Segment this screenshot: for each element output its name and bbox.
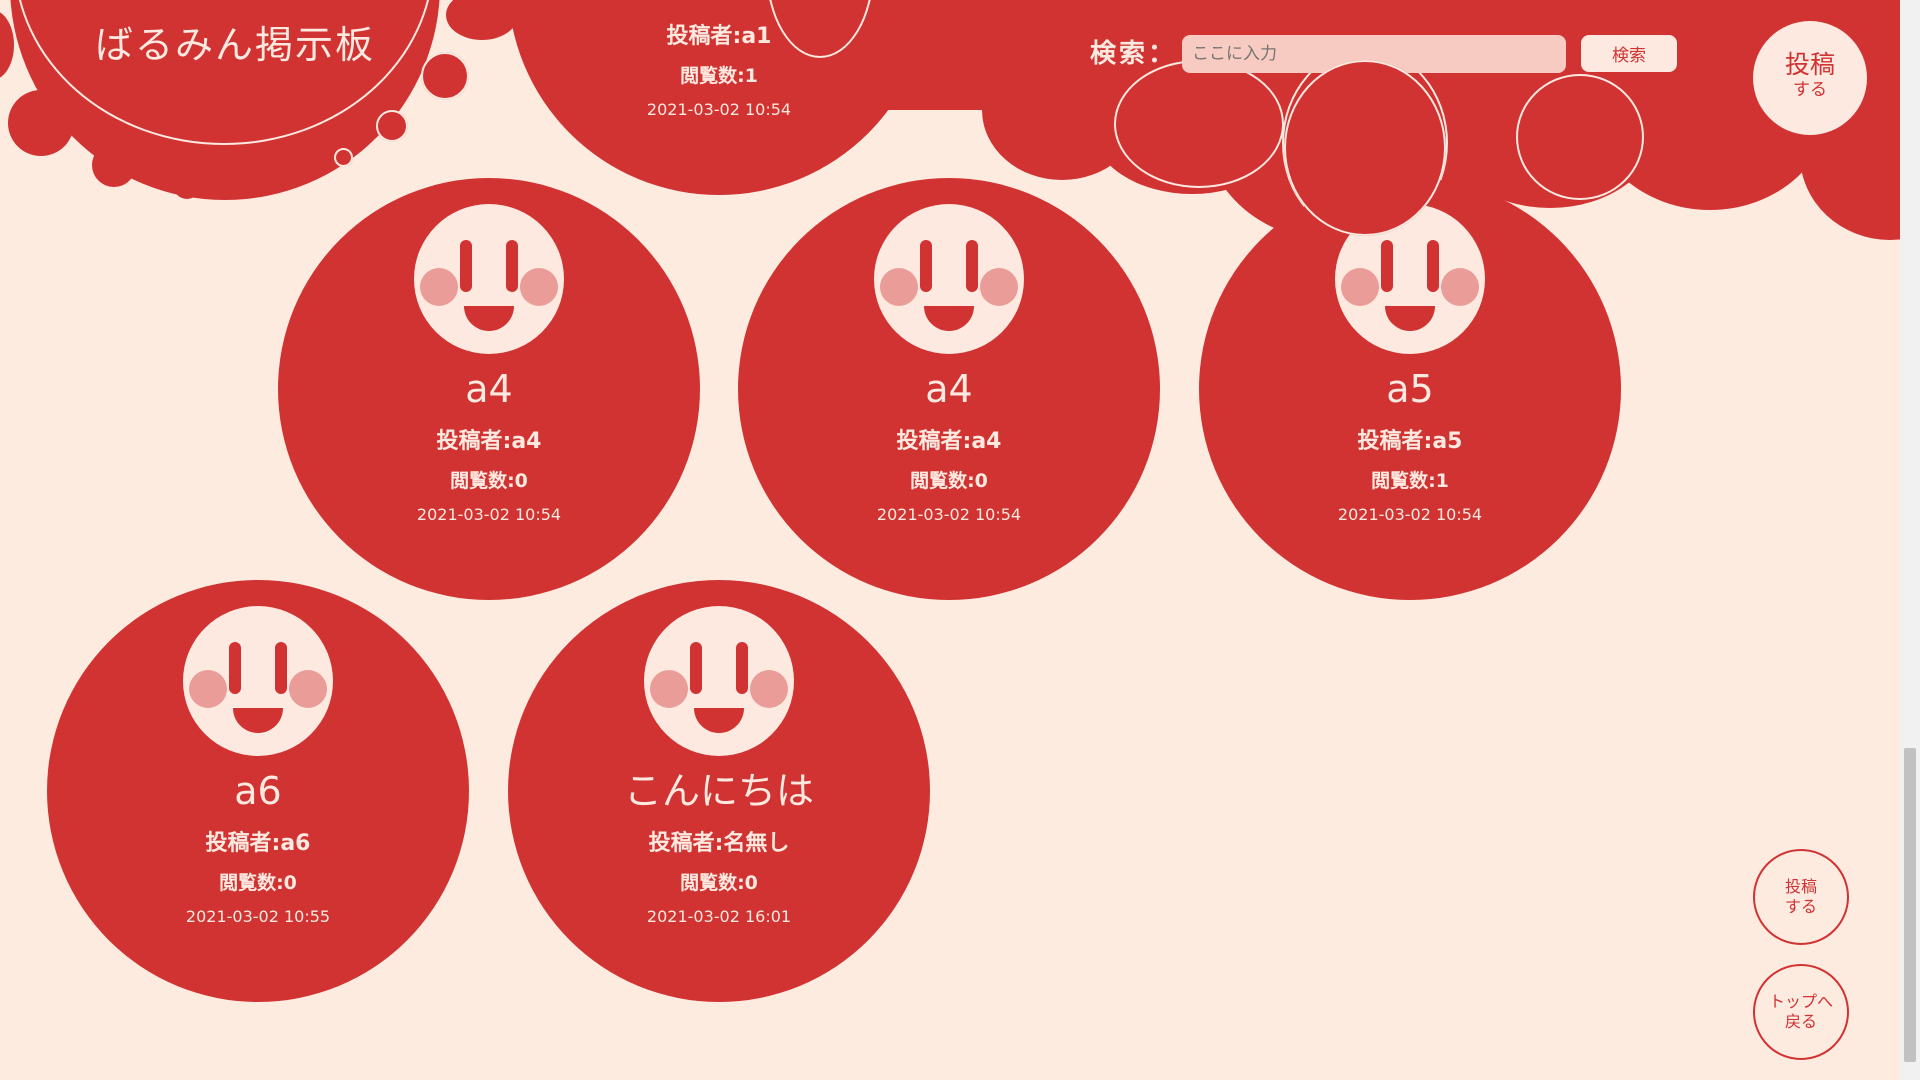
smiley-avatar-icon bbox=[644, 606, 794, 756]
bubble-ring bbox=[334, 148, 353, 167]
search-button[interactable]: 検索 bbox=[1581, 35, 1677, 72]
post-author: 投稿者:a4 bbox=[896, 429, 1002, 454]
post-title: a4 bbox=[925, 367, 973, 411]
post-card[interactable]: a5 投稿者:a5 閲覧数:1 2021-03-02 10:54 bbox=[1199, 178, 1621, 600]
site-title[interactable]: ばるみん掲示板 bbox=[95, 20, 375, 70]
bubble-ring bbox=[421, 52, 469, 100]
post-views: 閲覧数:0 bbox=[219, 872, 297, 894]
post-title: a4 bbox=[465, 367, 513, 411]
floating-post-button-line2: する bbox=[1784, 897, 1817, 916]
bubble-decoration bbox=[0, 10, 14, 80]
post-author: 投稿者:a5 bbox=[1357, 429, 1463, 454]
post-author: 投稿者:名無し bbox=[648, 831, 790, 856]
post-card[interactable]: こんにちは 投稿者:名無し 閲覧数:0 2021-03-02 16:01 bbox=[508, 580, 930, 1002]
bubble-decoration bbox=[92, 143, 136, 187]
bubble-decoration bbox=[8, 90, 74, 156]
post-title: こんにちは bbox=[623, 769, 814, 813]
post-views: 閲覧数:1 bbox=[680, 65, 758, 87]
floating-post-button[interactable]: 投稿 する bbox=[1753, 849, 1849, 945]
smiley-avatar-icon bbox=[874, 204, 1024, 354]
back-to-top-button-line1: トップへ bbox=[1768, 992, 1833, 1011]
post-author: 投稿者:a6 bbox=[205, 831, 311, 856]
post-views: 閲覧数:1 bbox=[1371, 470, 1449, 492]
post-date: 2021-03-02 10:54 bbox=[646, 100, 792, 119]
scrollbar-thumb[interactable] bbox=[1904, 748, 1916, 1062]
header-post-button-line2: する bbox=[1793, 80, 1827, 100]
post-views: 閲覧数:0 bbox=[450, 470, 528, 492]
post-date: 2021-03-02 10:54 bbox=[416, 505, 562, 524]
post-title: a5 bbox=[1386, 367, 1434, 411]
back-to-top-button[interactable]: トップへ 戻る bbox=[1753, 964, 1849, 1060]
floating-post-button-line1: 投稿 bbox=[1784, 877, 1817, 896]
bubble-decoration bbox=[173, 171, 201, 199]
smiley-avatar-icon bbox=[183, 606, 333, 756]
post-card[interactable]: a4 投稿者:a4 閲覧数:0 2021-03-02 10:54 bbox=[278, 178, 700, 600]
post-title: a6 bbox=[234, 769, 282, 813]
post-date: 2021-03-02 16:01 bbox=[646, 907, 792, 926]
post-views: 閲覧数:0 bbox=[680, 872, 758, 894]
post-author: 投稿者:a4 bbox=[436, 429, 542, 454]
smiley-avatar-icon bbox=[414, 204, 564, 354]
header-post-button[interactable]: 投稿 する bbox=[1753, 21, 1867, 135]
post-card[interactable]: a4 投稿者:a4 閲覧数:0 2021-03-02 10:54 bbox=[738, 178, 1160, 600]
bubble-decoration bbox=[242, 178, 260, 196]
bubble-ring bbox=[376, 110, 408, 142]
post-date: 2021-03-02 10:55 bbox=[185, 907, 331, 926]
header-post-button-line1: 投稿 bbox=[1784, 50, 1835, 79]
post-date: 2021-03-02 10:54 bbox=[876, 505, 1022, 524]
post-date: 2021-03-02 10:54 bbox=[1337, 505, 1483, 524]
post-views: 閲覧数:0 bbox=[910, 470, 988, 492]
scrollbar-track[interactable] bbox=[1900, 0, 1920, 1080]
back-to-top-button-line2: 戻る bbox=[1784, 1012, 1817, 1031]
post-card[interactable]: a6 投稿者:a6 閲覧数:0 2021-03-02 10:55 bbox=[47, 580, 469, 1002]
bubble-decoration bbox=[293, 174, 304, 185]
search-label: 検索： bbox=[1090, 39, 1178, 69]
